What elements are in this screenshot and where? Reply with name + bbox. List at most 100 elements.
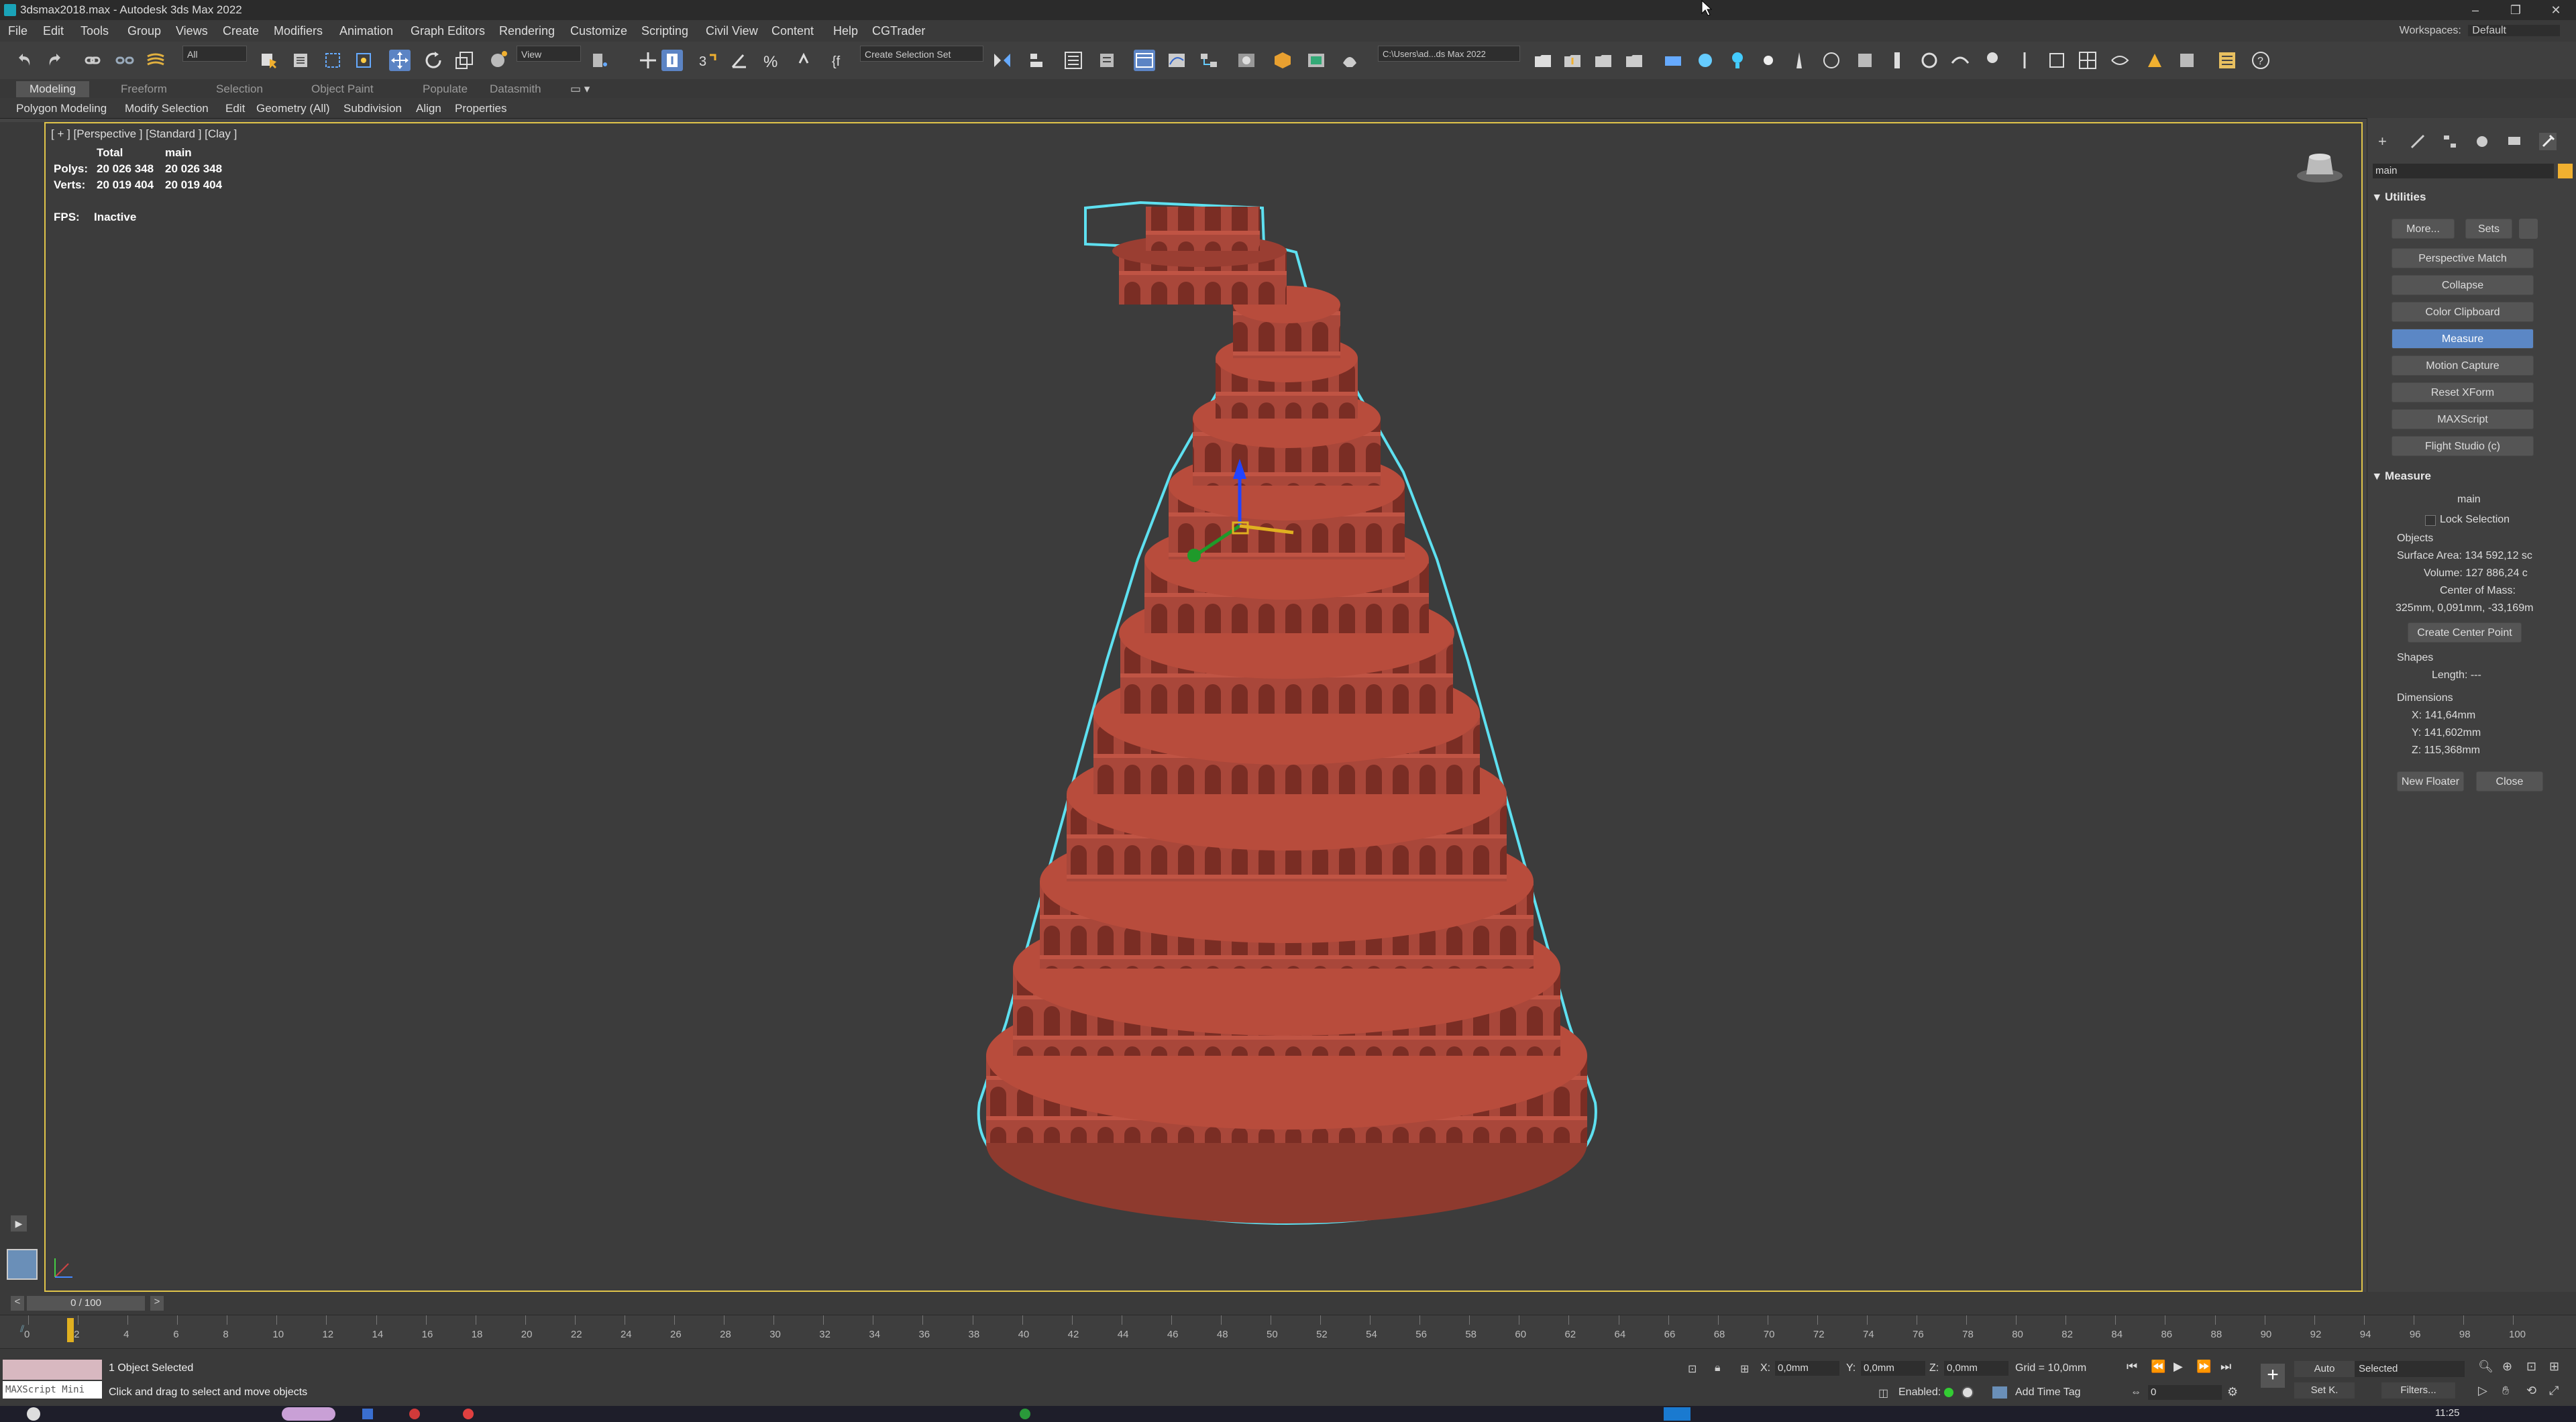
ribbon-subdivision[interactable]: Subdivision	[343, 102, 402, 115]
tool-l-icon[interactable]	[2144, 50, 2165, 71]
tab-populate[interactable]: Populate	[423, 83, 468, 96]
tool-n-icon[interactable]	[2216, 50, 2238, 71]
edit-named-selection-icon[interactable]: {f	[830, 50, 852, 71]
viewport-tool-b-icon[interactable]	[1695, 50, 1716, 71]
align-icon[interactable]	[1026, 50, 1048, 71]
tab-freeform[interactable]: Freeform	[121, 83, 167, 96]
hierarchy-tab-icon[interactable]	[2443, 134, 2457, 149]
create-tab-icon[interactable]: +	[2378, 133, 2387, 150]
maxscript-mini-field[interactable]: MAXScript Mini	[3, 1381, 102, 1399]
reset-xform-button[interactable]: Reset XForm	[2392, 382, 2534, 402]
tool-h-icon[interactable]	[2014, 50, 2035, 71]
taskbar-app-5-icon[interactable]	[1020, 1409, 1030, 1419]
angle-snap-icon[interactable]	[729, 50, 750, 71]
light-icon[interactable]	[1727, 50, 1748, 71]
zoom-extents-all-icon[interactable]: ⊞	[2549, 1360, 2559, 1374]
viewport-label[interactable]: [ + ] [Perspective ] [Standard ] [Clay ]	[51, 127, 237, 141]
taskbar-app-4-icon[interactable]	[463, 1409, 474, 1419]
zoom-all-icon[interactable]: ⊕	[2502, 1360, 2512, 1374]
help-icon[interactable]: ?	[2250, 50, 2271, 71]
close-measure-button[interactable]: Close	[2476, 771, 2543, 791]
key-filter-dropdown[interactable]: Selected	[2355, 1361, 2465, 1377]
object-name-field[interactable]: main	[2373, 164, 2554, 178]
mirror-icon[interactable]	[991, 50, 1013, 71]
selection-filter-dropdown[interactable]: All	[182, 46, 247, 62]
close-window-button[interactable]: ✕	[2536, 0, 2576, 20]
project-folder-dropdown[interactable]: C:\Users\ad...ds Max 2022	[1378, 46, 1520, 62]
menu-customize[interactable]: Customize	[570, 24, 627, 38]
menu-animation[interactable]: Animation	[339, 24, 393, 38]
minimize-button[interactable]: –	[2455, 0, 2496, 20]
shape-tool-icon[interactable]	[1788, 50, 1810, 71]
taskbar-3dsmax-icon[interactable]	[1664, 1407, 1690, 1421]
menu-cgtrader[interactable]: CGTrader	[872, 24, 925, 38]
lock-selection-checkbox[interactable]	[2425, 515, 2436, 526]
configure-sets-icon[interactable]	[2519, 219, 2538, 239]
current-frame-field[interactable]: 0	[2148, 1385, 2222, 1400]
schematic-view-icon[interactable]	[1198, 50, 1220, 71]
time-configuration-icon[interactable]: ⚙	[2227, 1385, 2238, 1399]
measure-header[interactable]: Measure	[2385, 470, 2431, 483]
ribbon-properties[interactable]: Properties	[455, 102, 506, 115]
modify-tab-icon[interactable]	[2410, 134, 2425, 149]
measure-button[interactable]: Measure	[2392, 329, 2534, 349]
menu-scripting[interactable]: Scripting	[641, 24, 688, 38]
select-and-scale-icon[interactable]	[453, 50, 475, 71]
time-slider-thumb[interactable]: 0 / 100	[27, 1296, 145, 1311]
prev-frame-icon[interactable]: ⏪	[2151, 1360, 2165, 1374]
redo-icon[interactable]	[44, 50, 66, 71]
menu-file[interactable]: File	[8, 24, 28, 38]
motion-tab-icon[interactable]	[2475, 134, 2489, 149]
bind-space-warp-icon[interactable]	[145, 50, 166, 71]
toggle-ribbon-icon[interactable]	[1134, 50, 1155, 71]
taskbar-app-2-icon[interactable]	[362, 1409, 373, 1419]
add-key-icon[interactable]: +	[2261, 1364, 2285, 1388]
orbit-icon[interactable]: ⟲	[2526, 1384, 2536, 1398]
ribbon-align[interactable]: Align	[416, 102, 441, 115]
display-tab-icon[interactable]	[2507, 134, 2522, 149]
menu-content[interactable]: Content	[771, 24, 814, 38]
z-coord-field[interactable]: 0,0mm	[1944, 1361, 2008, 1376]
folder-up-icon[interactable]	[1562, 50, 1583, 71]
play-icon[interactable]: ▶	[2174, 1360, 2183, 1374]
tab-selection[interactable]: Selection	[216, 83, 263, 96]
link-icon[interactable]	[82, 50, 103, 71]
pan-icon[interactable]: ✋︎	[2502, 1384, 2509, 1398]
tower-model[interactable]	[770, 190, 1803, 1237]
workspaces-selector[interactable]: Workspaces: Default	[2400, 25, 2560, 37]
sun-icon[interactable]	[1758, 50, 1779, 71]
motion-capture-button[interactable]: Motion Capture	[2392, 356, 2534, 376]
tab-modeling[interactable]: Modeling	[16, 81, 89, 97]
x-coord-field[interactable]: 0,0mm	[1775, 1361, 1839, 1376]
fov-icon[interactable]: ▷	[2478, 1384, 2487, 1398]
ribbon-modify-selection[interactable]: Modify Selection	[125, 102, 209, 115]
viewcube-icon[interactable]	[2293, 148, 2347, 188]
perspective-viewport[interactable]: [ + ] [Perspective ] [Standard ] [Clay ]…	[44, 122, 2363, 1292]
named-selection-set-dropdown[interactable]: Create Selection Set	[860, 46, 983, 62]
perspective-match-button[interactable]: Perspective Match	[2392, 248, 2534, 268]
tool-d-icon[interactable]	[1886, 50, 1908, 71]
percent-snap-icon[interactable]: %	[761, 50, 782, 71]
taskbar-app-3-icon[interactable]	[409, 1409, 420, 1419]
spinner-snap-icon[interactable]	[793, 50, 814, 71]
new-floater-button[interactable]: New Floater	[2397, 771, 2464, 791]
select-and-place-icon[interactable]	[487, 50, 508, 71]
menu-tools[interactable]: Tools	[80, 24, 109, 38]
folder-set-icon[interactable]	[1623, 50, 1645, 71]
collapse-button[interactable]: Collapse	[2392, 275, 2534, 295]
absolute-mode-icon[interactable]: ⊞	[1740, 1362, 1749, 1376]
select-by-name-icon[interactable]	[290, 50, 311, 71]
viewport-layout-icon[interactable]	[7, 1249, 38, 1280]
menu-group[interactable]: Group	[127, 24, 161, 38]
utilities-tab-icon[interactable]	[2539, 133, 2557, 150]
time-tag-icon[interactable]	[1962, 1386, 1974, 1399]
menu-help[interactable]: Help	[833, 24, 858, 38]
tool-f-icon[interactable]	[1949, 50, 1971, 71]
tool-j-icon[interactable]	[2077, 50, 2098, 71]
tab-datasmith[interactable]: Datasmith	[490, 83, 541, 96]
flight-studio-button[interactable]: Flight Studio (c)	[2392, 436, 2534, 456]
keyboard-shortcut-override-icon[interactable]	[661, 50, 683, 71]
maxscript-listener-box[interactable]	[3, 1360, 102, 1380]
select-and-rotate-icon[interactable]	[423, 50, 444, 71]
measure-rollout-toggle[interactable]: ▾	[2374, 470, 2380, 483]
